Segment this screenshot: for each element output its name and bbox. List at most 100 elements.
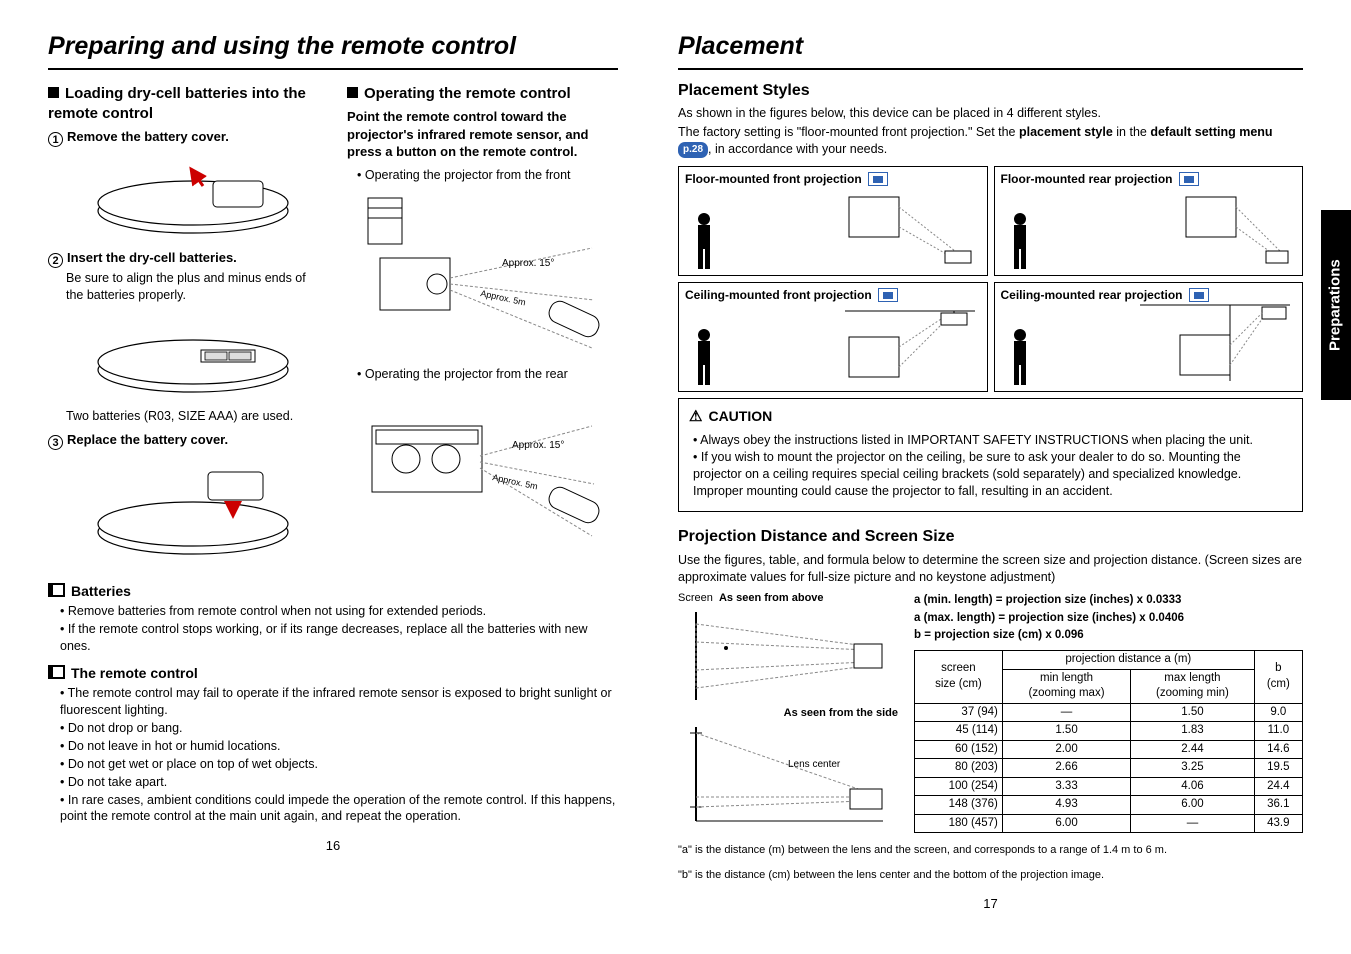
table-row: 60 (152)2.002.4414.6 bbox=[915, 740, 1303, 759]
placement-styles-head: Placement Styles bbox=[678, 80, 1303, 102]
th-max: max length(zooming min) bbox=[1131, 669, 1255, 703]
table-cell: 1.83 bbox=[1131, 722, 1255, 741]
table-row: 37 (94)—1.509.0 bbox=[915, 703, 1303, 722]
table-cell: 45 (114) bbox=[915, 722, 1003, 741]
operating-lead: Point the remote control toward the proj… bbox=[347, 108, 618, 161]
projection-distance-table: screensize (cm) projection distance a (m… bbox=[914, 650, 1303, 833]
table-cell: 36.1 bbox=[1254, 796, 1302, 815]
distance-label: Approx. 5m bbox=[479, 288, 526, 307]
table-row: 180 (457)6.00—43.9 bbox=[915, 814, 1303, 833]
table-cell: 24.4 bbox=[1254, 777, 1302, 796]
projection-diagrams: Screen As seen from above As seen from t… bbox=[678, 591, 898, 833]
step-2-desc: Be sure to align the plus and minus ends… bbox=[66, 270, 319, 304]
step-1: 1Remove the battery cover. bbox=[48, 128, 319, 147]
table-cell: 148 (376) bbox=[915, 796, 1003, 815]
page-left-title: Preparing and using the remote control bbox=[48, 30, 618, 70]
svg-text:Lens center: Lens center bbox=[788, 759, 841, 770]
table-cell: 6.00 bbox=[1002, 814, 1130, 833]
placement-box: Ceiling-mounted front projection bbox=[678, 282, 988, 392]
note-item: Do not take apart. bbox=[60, 774, 618, 791]
batteries-notes-head: Batteries bbox=[48, 582, 618, 601]
footnote-b: "b" is the distance (cm) between the len… bbox=[678, 868, 1303, 883]
th-min: min length(zooming max) bbox=[1002, 669, 1130, 703]
styles-intro-1: As shown in the figures below, this devi… bbox=[678, 105, 1303, 122]
table-cell: — bbox=[1002, 703, 1130, 722]
front-caption: Operating the projector from the front bbox=[357, 167, 618, 184]
note-item: The remote control may fail to operate i… bbox=[60, 685, 618, 719]
right-column: Operating the remote control Point the r… bbox=[347, 80, 618, 572]
table-cell: 6.00 bbox=[1131, 796, 1255, 815]
left-column: Loading dry-cell batteries into the remo… bbox=[48, 80, 319, 572]
table-cell: 100 (254) bbox=[915, 777, 1003, 796]
placement-box: Floor-mounted rear projection bbox=[994, 166, 1304, 276]
step-2-note: Two batteries (R03, SIZE AAA) are used. bbox=[66, 408, 319, 425]
projection-distance-head: Projection Distance and Screen Size bbox=[678, 526, 1303, 548]
side-tab-preparations: Preparations bbox=[1321, 210, 1351, 400]
page-number-left: 16 bbox=[48, 837, 618, 855]
operate-rear-illustration: Approx. 15° Approx. 5m bbox=[355, 386, 618, 556]
table-cell: 80 (203) bbox=[915, 759, 1003, 778]
note-item: Do not get wet or place on top of wet ob… bbox=[60, 756, 618, 773]
projection-icon bbox=[878, 288, 898, 302]
step-3: 3Replace the battery cover. bbox=[48, 431, 319, 450]
placement-name: Floor-mounted front projection bbox=[685, 171, 862, 187]
placement-box: Floor-mounted front projection bbox=[678, 166, 988, 276]
table-cell: 11.0 bbox=[1254, 722, 1302, 741]
battery-insert-illustration bbox=[66, 310, 319, 400]
projection-intro: Use the figures, table, and formula belo… bbox=[678, 552, 1303, 586]
table-cell: 4.06 bbox=[1131, 777, 1255, 796]
footnote-a: "a" is the distance (m) between the lens… bbox=[678, 843, 1303, 858]
battery-cover-replace-illustration bbox=[66, 454, 319, 564]
page-right-title: Placement bbox=[678, 30, 1303, 70]
note-item: Remove batteries from remote control whe… bbox=[60, 603, 618, 620]
table-cell: 2.00 bbox=[1002, 740, 1130, 759]
note-item: Do not leave in hot or humid locations. bbox=[60, 738, 618, 755]
note-item: In rare cases, ambient conditions could … bbox=[60, 792, 618, 826]
note-item: Do not drop or bang. bbox=[60, 720, 618, 737]
table-cell: 4.93 bbox=[1002, 796, 1130, 815]
placement-grid: Floor-mounted front projection Floor-mou… bbox=[678, 166, 1303, 392]
table-row: 100 (254)3.334.0624.4 bbox=[915, 777, 1303, 796]
th-proj-dist: projection distance a (m) bbox=[1002, 650, 1254, 669]
placement-name: Floor-mounted rear projection bbox=[1001, 171, 1173, 187]
table-cell: 43.9 bbox=[1254, 814, 1302, 833]
table-row: 45 (114)1.501.8311.0 bbox=[915, 722, 1303, 741]
table-cell: 1.50 bbox=[1002, 722, 1130, 741]
page-ref-badge: p.28 bbox=[678, 142, 708, 158]
projection-icon bbox=[1189, 288, 1209, 302]
operating-heading: Operating the remote control bbox=[347, 84, 618, 104]
formula-b: b = projection size (cm) x 0.096 bbox=[914, 628, 1303, 644]
page-number-right: 17 bbox=[678, 895, 1303, 913]
placement-box: Ceiling-mounted rear projection bbox=[994, 282, 1304, 392]
caution-heading: CAUTION bbox=[689, 407, 1292, 427]
styles-intro-2: The factory setting is "floor-mounted fr… bbox=[678, 124, 1303, 158]
table-cell: 1.50 bbox=[1131, 703, 1255, 722]
caution-box: CAUTION Always obey the instructions lis… bbox=[678, 398, 1303, 512]
th-screen: screensize (cm) bbox=[915, 650, 1003, 703]
page-left: Preparing and using the remote control L… bbox=[0, 0, 648, 932]
table-row: 80 (203)2.663.2519.5 bbox=[915, 759, 1303, 778]
rear-caption: Operating the projector from the rear bbox=[357, 366, 618, 383]
table-cell: — bbox=[1131, 814, 1255, 833]
projection-icon bbox=[1179, 172, 1199, 186]
note-item: If the remote control stops working, or … bbox=[60, 621, 618, 655]
table-cell: 2.66 bbox=[1002, 759, 1130, 778]
remote-notes: The remote control may fail to operate i… bbox=[48, 685, 618, 825]
projection-table-area: a (min. length) = projection size (inche… bbox=[914, 591, 1303, 833]
caution-item: Always obey the instructions listed in I… bbox=[693, 432, 1292, 449]
battery-cover-remove-illustration bbox=[66, 151, 319, 241]
formula-a-max: a (max. length) = projection size (inche… bbox=[914, 611, 1303, 627]
table-cell: 2.44 bbox=[1131, 740, 1255, 759]
table-cell: 14.6 bbox=[1254, 740, 1302, 759]
caution-item: If you wish to mount the projector on th… bbox=[693, 449, 1292, 500]
svg-text:Approx. 5m: Approx. 5m bbox=[491, 473, 538, 492]
remote-notes-head: The remote control bbox=[48, 664, 618, 683]
loading-heading: Loading dry-cell batteries into the remo… bbox=[48, 84, 319, 125]
table-cell: 37 (94) bbox=[915, 703, 1003, 722]
placement-name: Ceiling-mounted front projection bbox=[685, 287, 872, 303]
table-cell: 180 (457) bbox=[915, 814, 1003, 833]
operate-front-illustration: Approx. 15° Approx. 5m bbox=[355, 188, 618, 358]
table-cell: 60 (152) bbox=[915, 740, 1003, 759]
formula-a-min: a (min. length) = projection size (inche… bbox=[914, 593, 1303, 609]
table-cell: 9.0 bbox=[1254, 703, 1302, 722]
